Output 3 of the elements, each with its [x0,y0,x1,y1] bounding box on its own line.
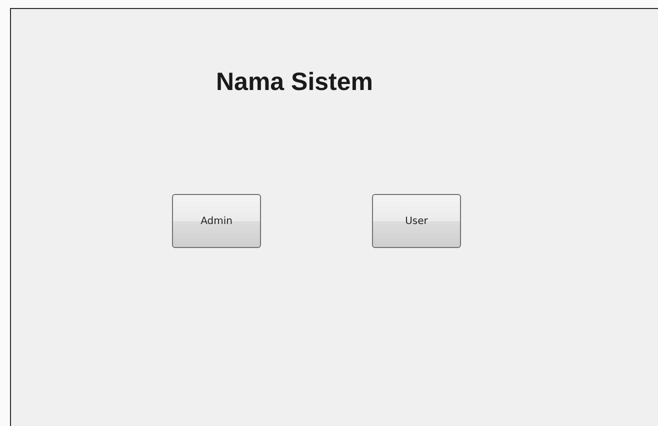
app-title: Nama Sistem [216,67,374,97]
role-button[interactable]: Admin [172,194,261,248]
role-button[interactable]: User [372,194,461,248]
